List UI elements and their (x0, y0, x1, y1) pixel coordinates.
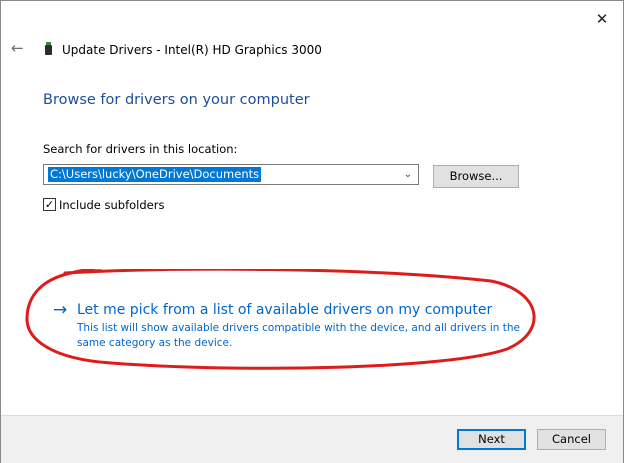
arrow-right-icon[interactable]: → (53, 300, 67, 320)
pick-driver-title[interactable]: Let me pick from a list of available dri… (77, 300, 492, 320)
pick-driver-link[interactable]: → Let me pick from a list of available d… (53, 300, 523, 352)
include-subfolders-label[interactable]: Include subfolders (59, 198, 164, 212)
next-button[interactable]: Next (457, 429, 526, 450)
chevron-down-icon[interactable]: ⌄ (401, 167, 415, 182)
include-subfolders-checkbox[interactable]: ✓ (43, 198, 56, 211)
cancel-button[interactable]: Cancel (537, 429, 606, 450)
page-heading: Browse for drivers on your computer (43, 92, 310, 108)
browse-button[interactable]: Browse... (433, 165, 519, 188)
graphics-card-icon (45, 42, 52, 56)
window-title: Update Drivers - Intel(R) HD Graphics 30… (62, 43, 322, 57)
dialog-footer: Next Cancel (1, 415, 623, 463)
driver-path-combobox[interactable]: C:\Users\lucky\OneDrive\Documents ⌄ (43, 164, 419, 185)
pick-driver-description: This list will show available drivers co… (77, 322, 520, 349)
chip-body (45, 45, 52, 55)
back-arrow-icon[interactable]: ← (11, 39, 29, 57)
search-location-label: Search for drivers in this location: (43, 142, 238, 156)
close-icon[interactable]: ✕ (593, 10, 611, 28)
driver-path-value[interactable]: C:\Users\lucky\OneDrive\Documents (48, 167, 262, 182)
update-drivers-window: ✕ ← Update Drivers - Intel(R) HD Graphic… (0, 0, 624, 463)
